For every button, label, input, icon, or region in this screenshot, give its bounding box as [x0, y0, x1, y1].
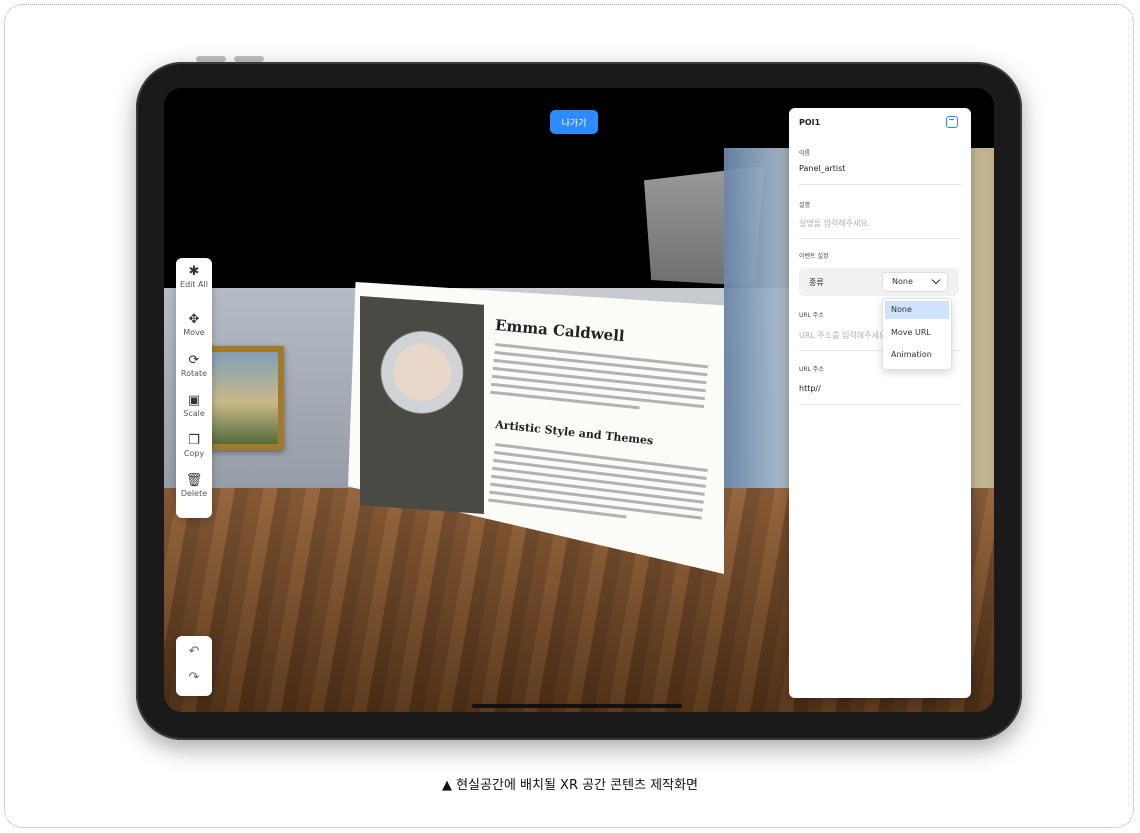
figure-caption: ▲ 현실공간에 배치될 XR 공간 콘텐츠 제작화면: [441, 778, 699, 793]
name-field[interactable]: Panel_artist: [799, 164, 845, 173]
url-label: URL 주소: [799, 312, 824, 319]
url-label-2: URL 주소: [799, 366, 824, 373]
description-field[interactable]: 설명을 입력해주세요.: [799, 218, 870, 229]
copy-button[interactable]: ❐ Copy: [176, 433, 212, 473]
tool-label: Rotate: [180, 369, 208, 378]
edit-all-button[interactable]: ✱ Edit All: [176, 264, 212, 304]
edit-all-icon: ✱: [188, 264, 200, 279]
delete-button[interactable]: 🗑 Delete: [176, 473, 212, 513]
transform-toolbar: ✱ Edit All ✥ Move ⟳ Rotate ▣ Scale ❐ Cop…: [176, 258, 212, 518]
event-type-row: 종류 None: [799, 268, 959, 296]
redo-icon[interactable]: ↷: [176, 670, 212, 685]
move-button[interactable]: ✥ Move: [176, 312, 212, 352]
option-none[interactable]: None: [885, 301, 949, 319]
tool-label: Copy: [183, 449, 205, 458]
divider: [799, 404, 961, 405]
move-icon: ✥: [188, 312, 200, 327]
option-animation[interactable]: Animation: [885, 346, 949, 364]
event-type-dropdown: None Move URL Animation: [882, 298, 952, 370]
artist-portrait: [360, 296, 484, 514]
copy-icon: ❐: [188, 433, 200, 448]
select-value: None: [892, 277, 913, 286]
event-type-select[interactable]: None: [882, 272, 948, 292]
chevron-down-icon: [931, 275, 941, 285]
url-field[interactable]: URL 주소를 입력해주세요: [799, 330, 886, 341]
xr-viewport[interactable]: Emma Caldwell Artistic Style and Themes …: [164, 88, 994, 712]
event-settings-label: 이벤트 설정: [799, 253, 829, 260]
scale-button[interactable]: ▣ Scale: [176, 393, 212, 433]
tool-label: Edit All: [180, 280, 208, 289]
tool-label: Scale: [183, 409, 205, 418]
scale-icon: ▣: [187, 393, 201, 408]
tool-label: Move: [183, 328, 205, 337]
type-label: 종류: [809, 278, 824, 287]
properties-panel: POI1 이름 Panel_artist 설명 설명을 입력해주세요. 이벤트 …: [789, 108, 971, 698]
description-label: 설명: [799, 202, 811, 209]
name-label: 이름: [799, 150, 811, 157]
rotate-icon: ⟳: [188, 353, 200, 368]
panel-title: POI1: [799, 118, 821, 127]
home-indicator: [472, 704, 682, 708]
divider: [799, 238, 961, 239]
delete-icon: 🗑: [185, 473, 203, 488]
url-value[interactable]: http//: [799, 384, 821, 393]
undo-icon[interactable]: ↶: [176, 644, 212, 659]
save-icon[interactable]: [946, 116, 958, 128]
option-move-url[interactable]: Move URL: [885, 324, 949, 342]
tool-label: Delete: [180, 489, 208, 498]
rotate-button[interactable]: ⟳ Rotate: [176, 353, 212, 393]
exit-button[interactable]: 나가기: [550, 110, 598, 134]
divider: [799, 184, 961, 185]
history-controls: ↶ ↷: [176, 636, 212, 696]
